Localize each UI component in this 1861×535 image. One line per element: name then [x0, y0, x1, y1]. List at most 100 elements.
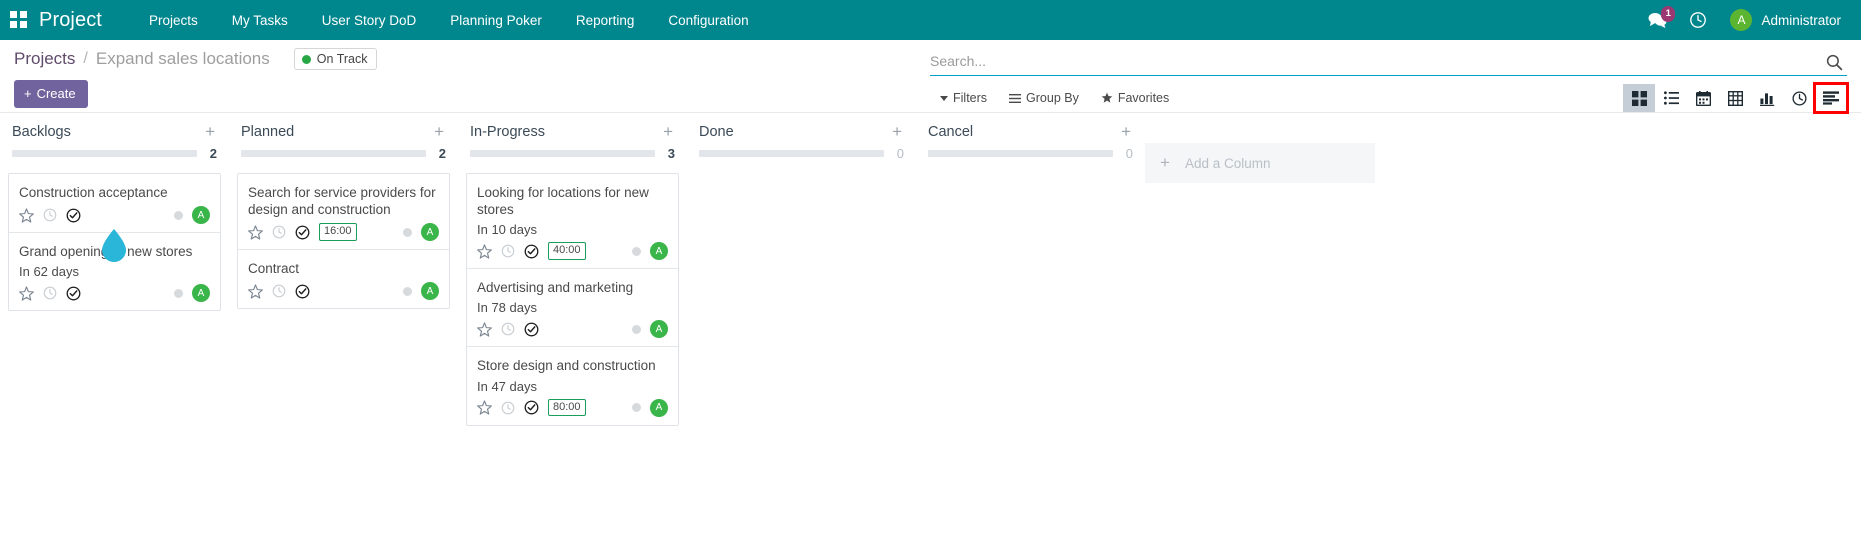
card-priority-dot[interactable] [403, 286, 412, 296]
search-input[interactable] [930, 51, 1816, 72]
card-done-button[interactable] [524, 322, 539, 337]
kanban-column-progress-bar [12, 150, 197, 157]
card-assignee-avatar[interactable]: A [421, 223, 439, 242]
kanban-card[interactable]: Advertising and marketing In 78 days A [467, 269, 678, 348]
card-done-button[interactable] [524, 400, 539, 415]
kanban-column-title[interactable]: Backlogs [12, 124, 71, 140]
kanban-column-add-card-button[interactable]: + [890, 123, 904, 140]
card-priority-dot[interactable] [632, 246, 641, 256]
menu-item-reporting[interactable]: Reporting [559, 0, 652, 40]
view-button-kanban[interactable] [1623, 84, 1655, 112]
card-priority-dot[interactable] [403, 227, 412, 237]
card-title: Grand opening of new stores [19, 244, 193, 260]
kanban-column-title[interactable]: Planned [241, 124, 294, 140]
kanban-column-progress-bar [470, 150, 655, 157]
card-done-button[interactable] [295, 225, 310, 240]
kanban-column-title[interactable]: Cancel [928, 124, 973, 140]
card-done-button[interactable] [66, 286, 81, 301]
favorites-dropdown[interactable]: Favorites [1091, 88, 1181, 108]
card-favorite-button[interactable] [477, 322, 492, 337]
menu-item-configuration[interactable]: Configuration [651, 0, 765, 40]
status-badge[interactable]: On Track [293, 48, 378, 70]
kanban-card[interactable]: Construction acceptance A [9, 174, 220, 234]
card-assignee-avatar[interactable]: A [192, 206, 210, 225]
menu-item-my-tasks[interactable]: My Tasks [215, 0, 305, 40]
card-timer-button[interactable] [272, 284, 286, 298]
messages-count-badge: 1 [1661, 6, 1676, 22]
view-button-cohort[interactable] [1783, 84, 1815, 112]
kanban-card[interactable]: Store design and construction In 47 days 8… [467, 347, 678, 425]
kanban-column-meter-row: 0 [928, 146, 1133, 161]
add-column-button[interactable]: + Add a Column [1145, 143, 1375, 183]
create-button[interactable]: + Create [14, 80, 88, 108]
apps-grid-icon[interactable] [10, 11, 28, 29]
kanban-column-add-card-button[interactable]: + [1119, 123, 1133, 140]
card-priority-dot[interactable] [174, 210, 183, 220]
kanban-card[interactable]: Grand opening of new stores In 62 days A [9, 233, 220, 311]
card-favorite-button[interactable] [19, 208, 34, 223]
kanban-card[interactable]: Contract A [238, 250, 449, 309]
kanban-column-title[interactable]: Done [699, 124, 734, 140]
app-brand-title[interactable]: Project [39, 9, 102, 32]
view-button-activity[interactable] [1813, 82, 1849, 114]
user-menu[interactable]: A Administrator [1718, 0, 1845, 40]
card-assignee-avatar[interactable]: A [650, 398, 668, 417]
filters-dropdown[interactable]: Filters [930, 88, 999, 108]
card-timer-button[interactable] [272, 225, 286, 239]
card-time-badge[interactable]: 80:00 [548, 398, 586, 417]
user-avatar: A [1730, 9, 1753, 31]
card-assignee-avatar[interactable]: A [650, 320, 668, 339]
kanban-column-progress-bar [928, 150, 1113, 157]
kanban-column-title-row: Done + [699, 123, 904, 140]
menu-item-user-story-dod[interactable]: User Story DoD [305, 0, 434, 40]
card-favorite-button[interactable] [477, 400, 492, 415]
card-assignee-avatar[interactable]: A [650, 242, 668, 261]
card-priority-dot[interactable] [174, 288, 183, 298]
menu-item-planning-poker[interactable]: Planning Poker [433, 0, 559, 40]
card-timer-button[interactable] [501, 244, 515, 258]
card-done-button[interactable] [66, 208, 81, 223]
kanban-column-meter-row: 2 [241, 146, 446, 161]
card-timer-button[interactable] [43, 286, 57, 300]
activity-button[interactable] [1678, 0, 1718, 40]
chevron-down-icon [940, 95, 948, 101]
kanban-column-title[interactable]: In-Progress [470, 124, 545, 140]
card-priority-dot[interactable] [632, 403, 641, 413]
card-timer-button[interactable] [501, 322, 515, 336]
kanban-column-header: Planned +2 [237, 113, 450, 161]
card-time-badge[interactable]: 16:00 [319, 223, 357, 242]
kanban-column-add-card-button[interactable]: + [432, 123, 446, 140]
card-favorite-button[interactable] [248, 225, 263, 240]
kanban-column-add-card-button[interactable]: + [661, 123, 675, 140]
card-time-badge[interactable]: 40:00 [548, 242, 586, 261]
groupby-dropdown[interactable]: Group By [999, 88, 1091, 108]
breadcrumb-current: Expand sales locations [95, 49, 270, 68]
card-priority-dot[interactable] [632, 324, 641, 334]
kanban-column-cards: Search for service providers for design … [237, 173, 450, 310]
view-button-pivot[interactable] [1719, 84, 1751, 112]
view-button-graph[interactable] [1751, 84, 1783, 112]
card-favorite-button[interactable] [19, 286, 34, 301]
card-favorite-button[interactable] [248, 284, 263, 299]
card-done-button[interactable] [524, 244, 539, 259]
view-button-list[interactable] [1655, 84, 1687, 112]
view-button-calendar[interactable] [1687, 84, 1719, 112]
kanban-card[interactable]: Looking for locations for new stores In 1… [467, 174, 678, 270]
kanban-column-header: Backlogs +2 [8, 113, 221, 161]
card-assignee-avatar[interactable]: A [421, 282, 439, 301]
card-assignee-avatar[interactable]: A [192, 284, 210, 303]
kanban-card[interactable]: Search for service providers for design … [238, 174, 449, 251]
menu-item-projects[interactable]: Projects [132, 0, 215, 40]
search-button[interactable] [1816, 54, 1847, 72]
card-done-button[interactable] [295, 284, 310, 299]
kanban-column-add-card-button[interactable]: + [203, 123, 217, 140]
check-circle-icon [295, 284, 310, 299]
messages-button[interactable]: 1 [1637, 0, 1678, 40]
breadcrumb-projects-link[interactable]: Projects [14, 49, 75, 69]
card-timer-button[interactable] [501, 401, 515, 415]
card-timer-button[interactable] [43, 208, 57, 222]
check-circle-icon [524, 400, 539, 415]
card-favorite-button[interactable] [477, 244, 492, 259]
card-title: Search for service providers for design … [248, 185, 436, 218]
group-by-icon [1009, 93, 1022, 103]
